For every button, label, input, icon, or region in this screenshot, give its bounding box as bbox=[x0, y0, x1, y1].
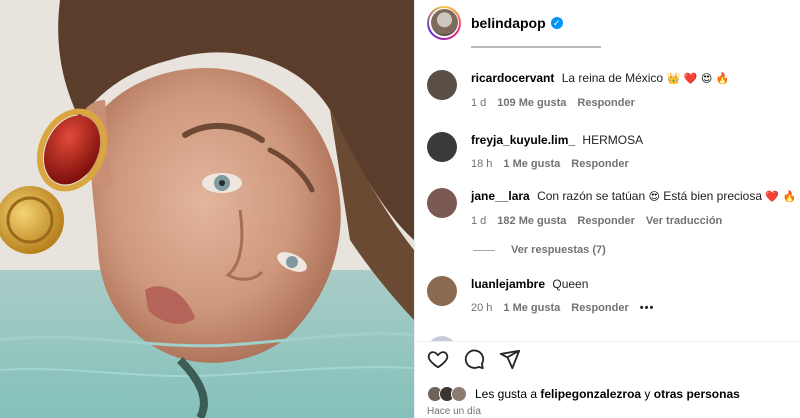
comment-emojis-continued: ❤️ 🔥 bbox=[765, 190, 797, 203]
comment-time: 1 d bbox=[471, 97, 487, 109]
comment-avatar[interactable] bbox=[427, 276, 457, 306]
comment-likes[interactable]: 1 Me gusta bbox=[503, 300, 560, 316]
comment-item: luanlejambre Queen 20 h 1 Me gusta Respo… bbox=[427, 276, 797, 316]
post-header: belindapop ✓ bbox=[415, 0, 800, 45]
likes-user[interactable]: felipegonzalezroa bbox=[540, 387, 641, 401]
liker-avatars bbox=[427, 386, 467, 402]
comment-emojis: 😍 bbox=[648, 190, 660, 203]
comment-avatar[interactable] bbox=[427, 188, 457, 218]
comment-reply-button[interactable]: Responder bbox=[577, 213, 634, 229]
verified-icon: ✓ bbox=[550, 16, 563, 29]
comment-emojis: 👑 ❤️ 😍 🔥 bbox=[666, 72, 730, 85]
comment-username[interactable]: freyja_kuyule.lim_ bbox=[471, 133, 575, 147]
translate-button[interactable]: Ver traducción bbox=[646, 213, 722, 229]
comment-icon[interactable] bbox=[463, 348, 485, 370]
view-replies-button[interactable]: Ver respuestas (7) bbox=[473, 244, 606, 256]
comment-text: Queen bbox=[552, 277, 589, 291]
heart-icon[interactable] bbox=[427, 348, 449, 370]
post-actions bbox=[427, 348, 521, 370]
comment-avatar[interactable] bbox=[427, 132, 457, 162]
portrait-illustration bbox=[0, 0, 414, 418]
likes-summary: Les gusta a felipegonzalezroa y otras pe… bbox=[427, 386, 740, 402]
profile-avatar[interactable] bbox=[427, 5, 461, 40]
post-side-panel: belindapop ✓ ricardocervant La reina de … bbox=[414, 0, 800, 418]
caption-cut-off bbox=[471, 44, 631, 49]
comment-item: ricardocervant La reina de México 👑 ❤️ 😍… bbox=[427, 70, 797, 111]
profile-username[interactable]: belindapop bbox=[471, 15, 546, 31]
comment-likes[interactable]: 182 Me gusta bbox=[497, 213, 566, 229]
share-icon[interactable] bbox=[499, 348, 521, 370]
comment-text-continued: Está bien preciosa bbox=[663, 189, 763, 203]
post-time: Hace un día bbox=[427, 406, 481, 417]
comment-item: jane__lara Con razón se tatúan 😍 Está bi… bbox=[427, 188, 797, 229]
comment-reply-button[interactable]: Responder bbox=[577, 95, 634, 111]
post-photo[interactable] bbox=[0, 0, 414, 418]
comment-likes[interactable]: 109 Me gusta bbox=[497, 95, 566, 111]
comment-likes[interactable]: 1 Me gusta bbox=[503, 156, 560, 172]
comment-time: 18 h bbox=[471, 158, 493, 170]
more-options-icon[interactable]: ••• bbox=[640, 300, 655, 316]
comment-username[interactable]: jane__lara bbox=[471, 189, 530, 203]
comment-time: 20 h bbox=[471, 302, 493, 314]
comment-text: Con razón se tatúan bbox=[537, 189, 646, 203]
comment-username[interactable]: ricardocervant bbox=[471, 71, 554, 85]
comment-text: HERMOSA bbox=[582, 133, 644, 147]
comments-list: ricardocervant La reina de México 👑 ❤️ 😍… bbox=[415, 56, 800, 341]
comment-item: freyja_kuyule.lim_ HERMOSA 18 h 1 Me gus… bbox=[427, 132, 797, 172]
comment-reply-button[interactable]: Responder bbox=[571, 300, 628, 316]
likes-middle: y bbox=[644, 387, 651, 401]
comment-avatar[interactable] bbox=[427, 70, 457, 100]
comment-text: La reina de México bbox=[561, 71, 664, 85]
comment-username[interactable]: luanlejambre bbox=[471, 277, 545, 291]
likes-prefix: Les gusta a bbox=[475, 387, 538, 401]
likes-others[interactable]: otras personas bbox=[654, 387, 740, 401]
divider bbox=[415, 341, 800, 342]
comment-reply-button[interactable]: Responder bbox=[571, 156, 628, 172]
view-replies-label: Ver respuestas (7) bbox=[511, 244, 606, 256]
comment-time: 1 d bbox=[471, 215, 487, 227]
